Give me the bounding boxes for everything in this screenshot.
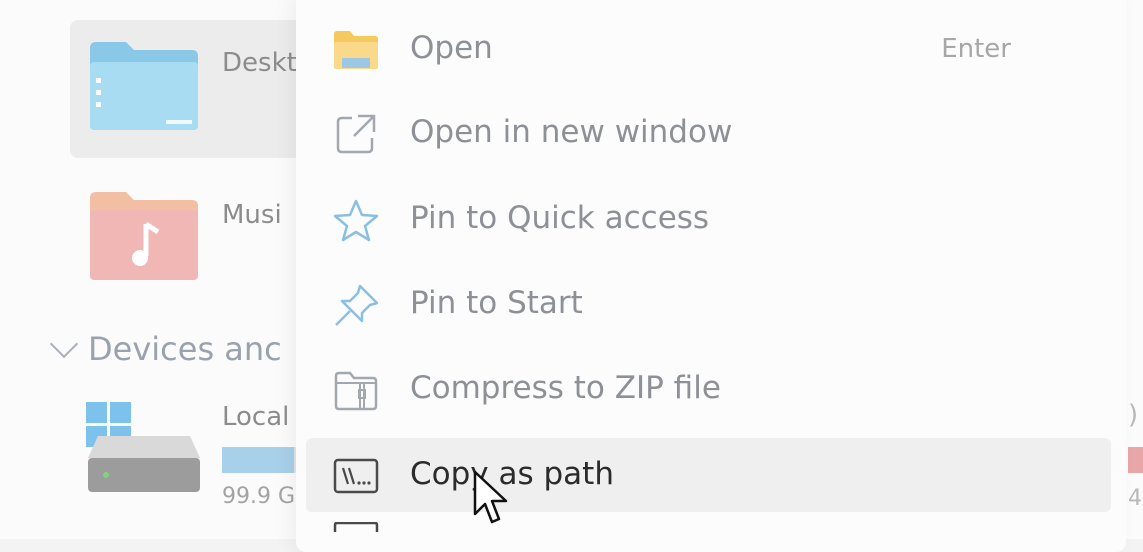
menu-item-open[interactable]: Open Enter xyxy=(306,12,1111,86)
star-icon xyxy=(333,199,379,242)
drive-label: Local xyxy=(222,402,290,432)
menu-item-label: Compress to ZIP file xyxy=(410,370,721,406)
menu-item-pin-quick-access[interactable]: Pin to Quick access xyxy=(306,182,1111,256)
menu-item-label: Pin to Start xyxy=(410,285,583,321)
section-header-label: Devices anc xyxy=(88,330,282,368)
menu-item-label: Pin to Quick access xyxy=(410,200,710,236)
drive-usage-fill xyxy=(222,447,294,473)
menu-item-compress-zip[interactable]: Compress to ZIP file xyxy=(306,352,1111,426)
pin-icon xyxy=(335,284,379,326)
drive-free-space: 99.9 G xyxy=(222,484,296,509)
drive-icon xyxy=(88,436,200,492)
context-menu: Open Enter Open in new window Pin to Qui… xyxy=(296,0,1126,552)
edge-glyph: ) xyxy=(1128,400,1139,430)
menu-item-label: Open in new window xyxy=(410,114,733,150)
menu-item-pin-to-start[interactable]: Pin to Start xyxy=(306,267,1111,341)
menu-item-open-in-new-window[interactable]: Open in new window xyxy=(306,96,1111,170)
folder-icon xyxy=(334,31,378,69)
copy-path-icon xyxy=(333,458,379,494)
folder-tile-music[interactable]: Musi xyxy=(70,176,330,296)
zip-icon xyxy=(334,371,378,411)
music-folder-icon xyxy=(90,192,198,280)
menu-item-label: Open xyxy=(410,30,493,66)
menu-item-copy-as-path[interactable]: Copy as path xyxy=(306,438,1111,512)
open-new-window-icon xyxy=(336,114,376,154)
mouse-cursor-icon xyxy=(473,470,508,524)
menu-item-partial-icon xyxy=(333,522,379,532)
desktop-folder-icon xyxy=(90,42,198,130)
drive-usage-bar-edge xyxy=(1128,447,1143,473)
chevron-down-icon xyxy=(49,329,79,359)
section-header-devices[interactable]: Devices anc xyxy=(48,329,282,368)
menu-item-shortcut: Enter xyxy=(941,34,1011,64)
edge-glyph: 4 xyxy=(1128,486,1142,511)
folder-tile-desktop[interactable]: Deskt xyxy=(70,20,330,158)
menu-item-next-partial[interactable] xyxy=(306,520,1111,540)
